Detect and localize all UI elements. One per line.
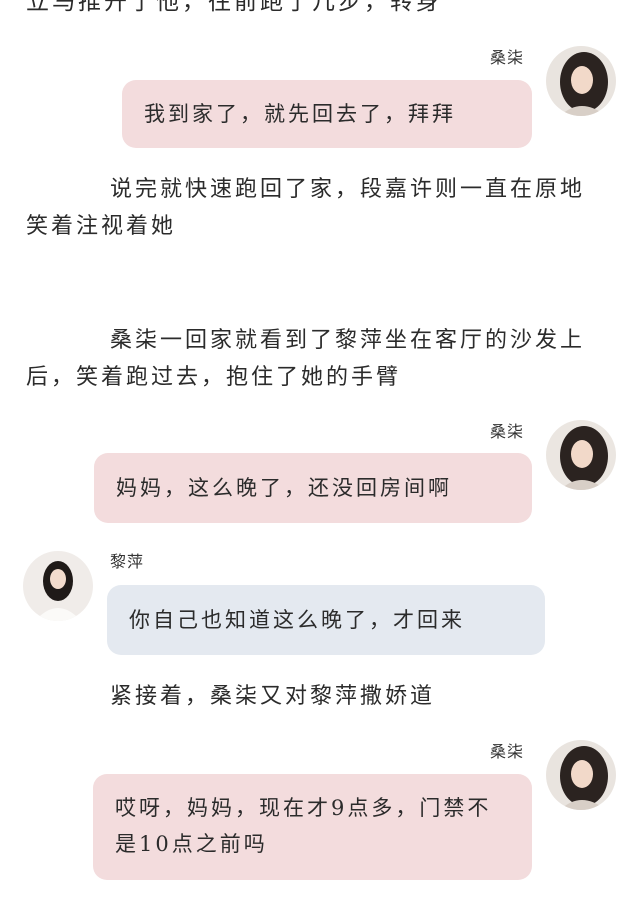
narration-paragraph: 桑柒一回家就看到了黎萍坐在客厅的沙发上后，笑着跑过去，抱住了她的手臂 xyxy=(26,322,606,396)
message-bubble: 哎呀，妈妈，现在才9点多，门禁不是10点之前吗 xyxy=(93,774,532,880)
avatar-sangqi xyxy=(546,420,616,490)
message-bubble: 妈妈，这么晚了，还没回房间啊 xyxy=(94,453,532,523)
narration-text: 桑柒一回家就看到了黎萍坐在客厅的沙发上后，笑着跑过去，抱住了她的手臂 xyxy=(26,328,586,390)
avatar-sangqi xyxy=(546,46,616,116)
top-partial-text: 立马推开了他，往前跑了几步，转身 xyxy=(26,0,442,15)
narration-paragraph: 说完就快速跑回了家，段嘉许则一直在原地笑着注视着她 xyxy=(26,171,606,245)
speaker-name-liping: 黎萍 xyxy=(110,552,145,571)
avatar-sangqi xyxy=(546,740,616,810)
message-bubble: 我到家了，就先回去了，拜拜 xyxy=(122,80,532,148)
speaker-name-sangqi: 桑柒 xyxy=(490,48,525,67)
avatar-liping xyxy=(23,551,93,621)
message-bubble: 你自己也知道这么晚了，才回来 xyxy=(107,585,545,655)
narration-text: 说完就快速跑回了家，段嘉许则一直在原地笑着注视着她 xyxy=(26,177,586,239)
narration-text: 紧接着，桑柒又对黎萍撒娇道 xyxy=(110,684,436,709)
speaker-name-sangqi: 桑柒 xyxy=(490,422,525,441)
speaker-name-sangqi: 桑柒 xyxy=(490,742,525,761)
